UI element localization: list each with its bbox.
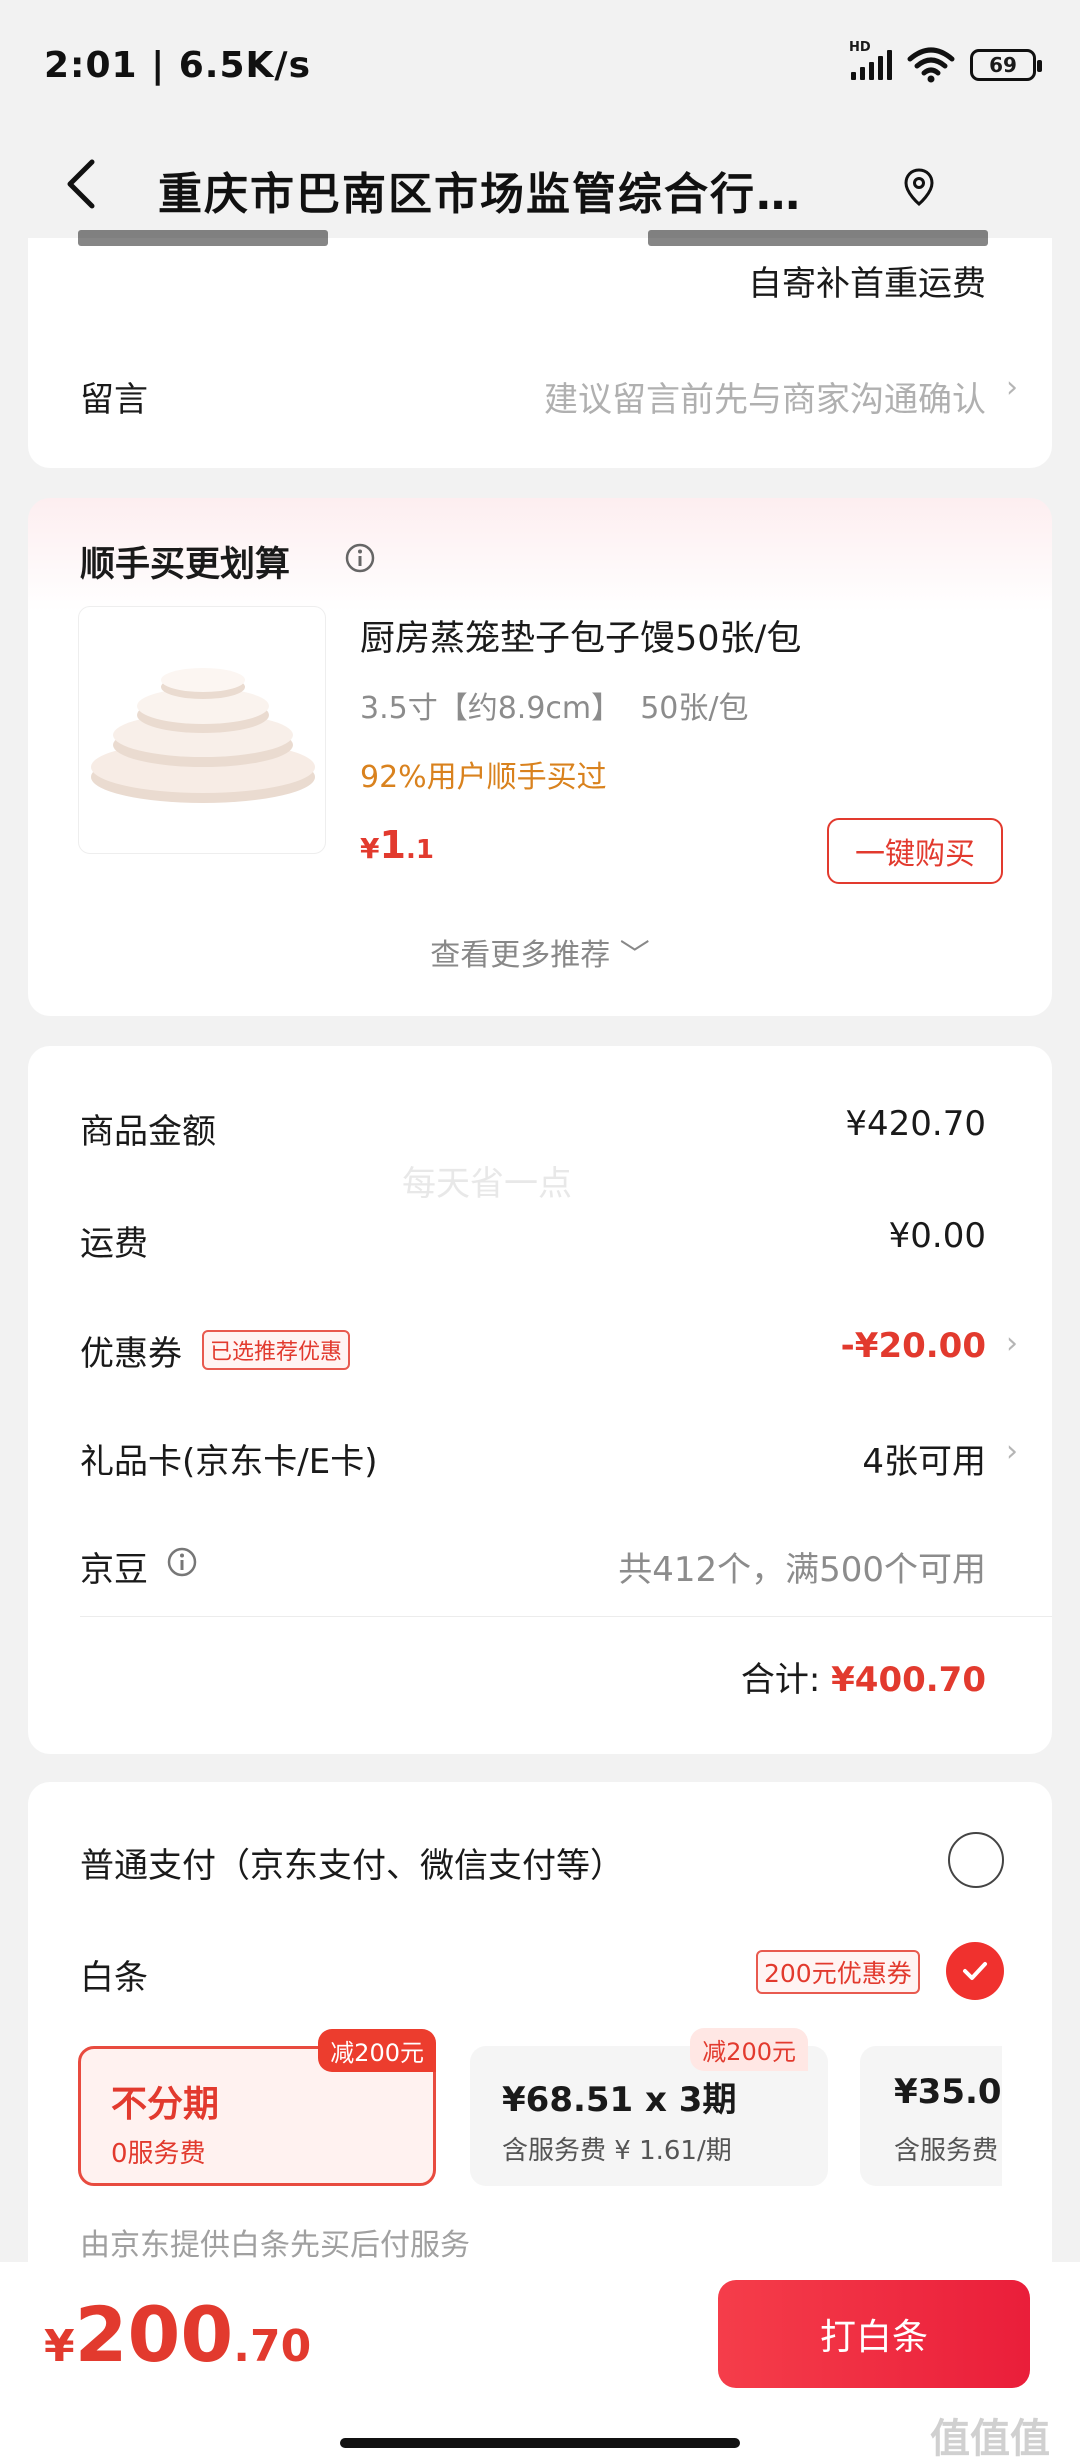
product-name[interactable]: 厨房蒸笼垫子包子馒50张/包 [360,610,801,661]
goods-amount-label: 商品金额 [80,1112,216,1152]
chevron-left-icon[interactable] [58,154,108,214]
plan-badge: 减200元 [690,2028,808,2071]
cutoff-text-right [648,230,988,246]
wifi-icon [907,47,955,83]
message-label: 留言 [80,380,148,420]
addon-card: 顺手买更划算 厨房蒸笼垫子包子馒50张/包 3.5寸【约8.9cm】 50张/包… [28,498,1052,1016]
hd-label: HD [849,40,871,55]
chevron-right-icon: › [1006,370,1018,405]
baitiao-radio-checked[interactable] [946,1942,1004,2000]
bottom-bar: ¥200.70 打白条 值值值 [0,2262,1080,2460]
chevron-right-icon: › [1006,1326,1018,1361]
giftcard-label: 礼品卡(京东卡/E卡) [80,1442,378,1482]
baitiao-coupon-tag: 200元优惠券 [756,1950,920,1994]
plan-title: ¥68.51 x 3期 [502,2080,737,2120]
price-summary-card: 商品金额 ¥420.70 每天省一点 运费 ¥0.00 优惠券 已选推荐优惠 -… [28,1046,1052,1754]
beans-value: 共412个，满500个可用 [618,1550,986,1590]
map-pin-icon[interactable] [900,166,938,210]
beans-label: 京豆 [80,1550,148,1590]
watermark-text: 每天省一点 [402,1164,572,1204]
plan-badge: 减200元 [318,2029,436,2072]
plan-3-installments[interactable]: 减200元 ¥68.51 x 3期 含服务费 ¥ 1.61/期 [470,2028,828,2186]
divider [80,1616,1052,1617]
status-bar: 2:01 | 6.5K/s HD 69 [0,0,1080,130]
product-price: ¥1.1 [360,823,434,867]
plan-title: 不分期 [111,2084,220,2125]
chevron-right-icon: › [1006,1434,1018,1469]
provider-note: 由京东提供白条先买后付服务 [80,2228,470,2263]
steamer-paper-image [91,668,315,803]
order-options-card: 自寄补首重运费 留言 建议留言前先与商家沟通确认 › [28,230,1052,468]
plan-sub: 0服务费 [111,2139,206,2169]
status-time: 2:01 | 6.5K/s [44,44,312,86]
message-input[interactable]: 建议留言前先与商家沟通确认 [544,372,986,421]
pay-baitiao-button[interactable]: 打白条 [718,2280,1030,2388]
home-indicator[interactable] [340,2438,740,2448]
see-more-link[interactable]: 查看更多推荐 ﹀ [28,930,1052,974]
plan-6-installments[interactable]: ¥35.06 含服务费 [860,2046,1002,2186]
nav-bar: 重庆市巴南区市场监管综合行… [0,130,1080,238]
social-proof: 92%用户顺手买过 [360,760,607,795]
total-value: ¥400.70 [831,1660,986,1700]
product-spec: 3.5寸【约8.9cm】 50张/包 [360,691,749,726]
status-icons: HD 69 [849,40,1042,83]
plan-sub: 含服务费 ¥ 1.61/期 [502,2136,732,2166]
price-integer: 1 [379,823,406,867]
freight-value: ¥0.00 [888,1216,986,1256]
total-label: 合计: [740,1660,821,1700]
price-symbol: ¥ [360,832,380,865]
site-watermark: 值值值 [930,2416,1050,2460]
normal-pay-label: 普通支付（京东支付、微信支付等） [80,1846,624,1886]
price-symbol: ¥ [44,2321,75,2372]
addon-title: 顺手买更划算 [80,545,291,585]
cutoff-text-left [78,230,328,246]
plan-no-installment[interactable]: 减200元 不分期 0服务费 [78,2029,436,2186]
coupon-label: 优惠券 [80,1334,182,1374]
plan-title: ¥35.06 [894,2072,1002,2112]
one-click-buy-button[interactable]: 一键购买 [827,818,1003,884]
freight-label: 运费 [80,1224,148,1264]
pay-amount: ¥200.70 [44,2290,311,2379]
page-title: 重庆市巴南区市场监管综合行… [158,169,802,220]
price-decimal: .70 [233,2321,312,2372]
price-decimal: .1 [405,835,434,865]
coupon-tag: 已选推荐优惠 [202,1330,351,1370]
signal-icon: HD [849,40,892,80]
product-image[interactable] [78,606,326,854]
info-icon[interactable] [344,542,376,574]
battery-icon: 69 [970,49,1042,81]
giftcard-value[interactable]: 4张可用 [862,1434,986,1483]
plan-scroll-clip: ¥35.06 含服务费 [860,2040,1002,2200]
baitiao-label: 白条 [80,1958,148,1998]
goods-amount-value: ¥420.70 [845,1104,986,1144]
shipping-note: 自寄补首重运费 [748,264,986,304]
checkmark-icon [963,1962,987,1980]
normal-pay-radio[interactable] [948,1832,1004,1888]
price-integer: 200 [74,2290,234,2379]
info-icon[interactable] [166,1546,198,1578]
plan-sub: 含服务费 [894,2136,999,2166]
total-row: 合计: ¥400.70 [741,1652,986,1701]
coupon-value[interactable]: -¥20.00 [841,1326,986,1366]
